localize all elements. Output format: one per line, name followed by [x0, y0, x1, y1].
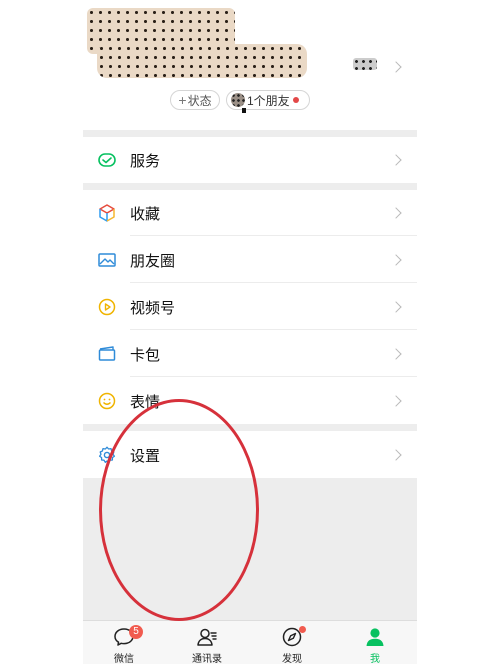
section-separator: [83, 130, 417, 137]
me-person-icon: [366, 628, 384, 646]
settings-gear-icon: [98, 446, 116, 463]
card-wallet-icon: [98, 346, 116, 361]
new-dot-indicator: [292, 97, 299, 103]
favorites-cube-icon: [99, 204, 115, 222]
profile-chevron-icon: [390, 61, 402, 73]
tab-discover[interactable]: 发现: [262, 621, 322, 664]
menu-item-label: 朋友圈: [130, 252, 176, 270]
bottom-tab-bar: 5 微信 通讯录 发现 我: [83, 620, 417, 664]
profile-header[interactable]: + 状态 1个朋友: [83, 0, 417, 130]
menu-item-channels[interactable]: 视频号: [83, 284, 417, 330]
phone-screen: + 状态 1个朋友 服务 收藏 朋友圈 视频号 卡包 表情 设置 5 微信 通讯…: [83, 0, 417, 664]
empty-background: [83, 478, 417, 620]
tab-label: 发现: [282, 654, 302, 664]
moments-picture-icon: [98, 253, 116, 267]
tab-contacts[interactable]: 通讯录: [177, 621, 237, 664]
menu-item-moments[interactable]: 朋友圈: [83, 237, 417, 283]
new-dot-indicator: [299, 626, 306, 633]
tab-me[interactable]: 我: [345, 621, 405, 664]
unread-badge: 5: [129, 625, 143, 639]
tab-label: 我: [370, 654, 380, 664]
status-label: 状态: [187, 93, 212, 108]
chevron-right-icon: [390, 348, 402, 360]
redacted-mark: [242, 108, 246, 113]
row-divider: [130, 376, 417, 377]
section-separator: [83, 183, 417, 190]
sticker-smile-icon: [98, 392, 116, 410]
chevron-right-icon: [390, 154, 402, 166]
chevron-right-icon: [390, 449, 402, 461]
row-divider: [130, 282, 417, 283]
menu-item-favorites[interactable]: 收藏: [83, 190, 417, 236]
redacted-wechat-id: [97, 44, 307, 78]
friend-avatar: [231, 93, 245, 107]
row-divider: [130, 235, 417, 236]
menu-item-settings[interactable]: 设置: [83, 432, 417, 478]
channels-play-icon: [98, 298, 116, 316]
row-divider: [130, 329, 417, 330]
friends-status-button[interactable]: 1个朋友: [226, 90, 310, 110]
plus-icon: +: [178, 92, 187, 108]
section-separator: [83, 424, 417, 431]
tab-label: 微信: [114, 654, 134, 664]
menu-item-label: 卡包: [130, 346, 161, 364]
chevron-right-icon: [390, 254, 402, 266]
menu-item-label: 设置: [130, 447, 161, 465]
service-wallet-icon: [98, 153, 116, 167]
status-button[interactable]: + 状态: [170, 90, 220, 110]
menu-item-service[interactable]: 服务: [83, 137, 417, 183]
menu-item-label: 视频号: [130, 299, 176, 317]
menu-item-stickers[interactable]: 表情: [83, 378, 417, 424]
menu-item-label: 表情: [130, 393, 161, 411]
redacted-qr-code[interactable]: [353, 58, 377, 70]
chevron-right-icon: [390, 395, 402, 407]
friends-status-label: 1个朋友: [247, 93, 290, 108]
menu-item-label: 服务: [130, 152, 161, 170]
tab-chats[interactable]: 5 微信: [94, 621, 154, 664]
tab-label: 通讯录: [192, 654, 222, 664]
contacts-icon: [197, 628, 217, 646]
menu-item-card-wallet[interactable]: 卡包: [83, 331, 417, 377]
chevron-right-icon: [390, 207, 402, 219]
menu-item-label: 收藏: [130, 205, 161, 223]
chevron-right-icon: [390, 301, 402, 313]
